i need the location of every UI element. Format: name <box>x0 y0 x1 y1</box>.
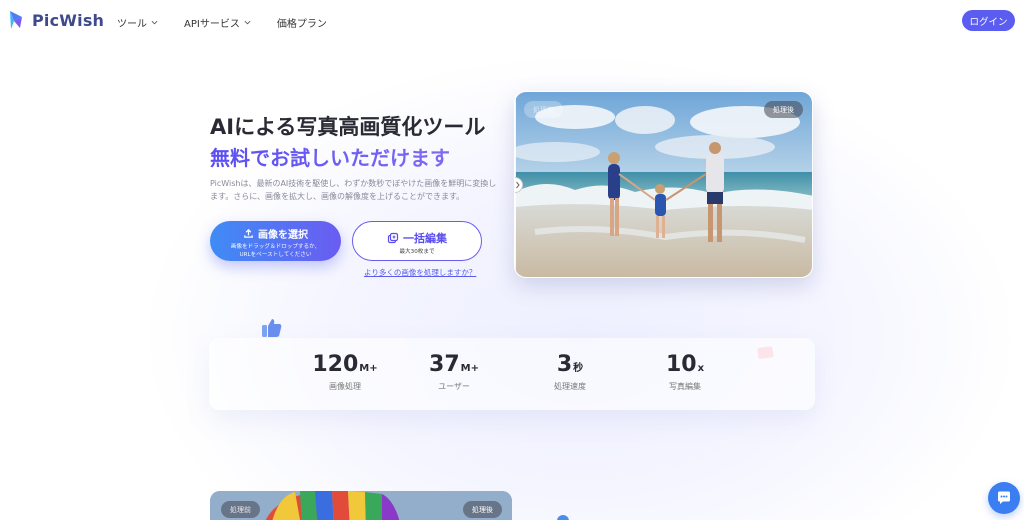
stat-unit: M+ <box>359 363 378 374</box>
thumbs-up-icon <box>262 319 282 337</box>
after-tag: 処理後 <box>764 101 803 118</box>
stat-label: ユーザー <box>438 382 470 391</box>
stat-value: 10 <box>665 352 697 377</box>
after-tag: 処理後 <box>463 501 502 518</box>
chat-support-button[interactable] <box>988 482 1020 514</box>
stat-label: 写真編集 <box>669 382 701 391</box>
nav-item-pricing[interactable]: 価格プラン <box>277 15 327 30</box>
brand-logo[interactable]: PicWish <box>8 9 104 31</box>
batch-icon <box>387 232 399 244</box>
hero-title: AIによる写真高画質化ツール <box>210 115 486 139</box>
stat-photo-editing: 10x 写真編集 <box>630 352 740 392</box>
batch-edit-hint: 最大30枚まで <box>399 249 435 255</box>
before-tag: 処理前 <box>524 101 563 118</box>
balloon-example-image[interactable]: 処理前 処理後 <box>210 491 512 520</box>
nav-item-label: ツール <box>117 19 147 30</box>
top-header: PicWish ツール APIサービス 価格プラン ログイン <box>0 0 1024 42</box>
select-image-button[interactable]: 画像を選択 画像をドラッグ＆ドロップするか、 URLをペーストしてください <box>210 221 341 261</box>
nav-item-label: 価格プラン <box>276 19 327 30</box>
stat-label: 画像処理 <box>329 382 361 391</box>
batch-edit-label: 一括編集 <box>403 232 447 245</box>
stat-unit: 秒 <box>573 363 584 374</box>
stat-value: 3 <box>556 352 573 377</box>
beach-family-photo <box>515 92 812 277</box>
nav-item-api[interactable]: APIサービス <box>184 15 251 30</box>
hero-subtitle: 無料でお試しいただけます <box>210 142 450 171</box>
nav-item-tools[interactable]: ツール <box>117 15 158 30</box>
hero-description: PicWishは、最新のAI技術を駆使し、わずか数秒でぼやけた画像を鮮明に変換し… <box>210 179 497 201</box>
stat-value: 37 <box>429 352 460 377</box>
stat-value: 120 <box>312 352 359 377</box>
main-nav: ツール APIサービス 価格プラン <box>117 15 327 30</box>
picwish-logo-icon <box>10 11 22 29</box>
stat-speed: 3秒 処理速度 <box>515 352 625 392</box>
batch-edit-button[interactable]: 一括編集 最大30枚まで <box>352 221 482 261</box>
upload-icon <box>244 228 253 238</box>
chat-icon <box>998 491 1010 504</box>
stat-unit: M+ <box>460 363 479 374</box>
select-image-label: 画像を選択 <box>258 230 308 241</box>
chevron-down-icon <box>151 20 158 25</box>
before-after-image[interactable]: 処理前 処理後 <box>514 91 813 278</box>
slider-arrows-icon <box>516 181 520 189</box>
before-tag: 処理前 <box>221 501 260 518</box>
login-button[interactable]: ログイン <box>962 10 1015 31</box>
nav-item-label: APIサービス <box>184 19 240 30</box>
select-image-hint-2: URLをペーストしてください <box>239 252 312 258</box>
brand-name: PicWish <box>32 10 105 30</box>
chevron-down-icon <box>244 20 251 25</box>
blue-dot-decoration <box>557 515 569 520</box>
stat-label: 処理速度 <box>554 382 586 391</box>
more-images-link[interactable]: より多くの画像を処理しますか？ <box>364 267 476 278</box>
stat-users: 37M+ ユーザー <box>399 352 509 392</box>
stat-images-processed: 120M+ 画像処理 <box>290 352 400 392</box>
select-image-hint-1: 画像をドラッグ＆ドロップするか、 <box>230 244 321 250</box>
stat-unit: x <box>697 363 705 374</box>
